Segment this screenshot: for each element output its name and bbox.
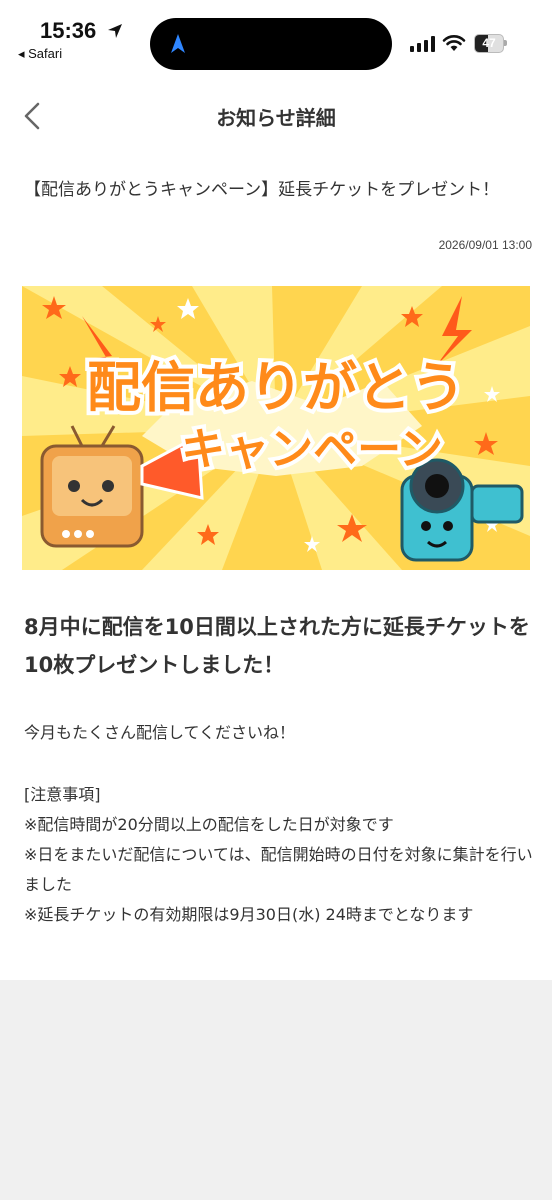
signal-icon — [410, 36, 435, 52]
status-time: 15:36 — [40, 18, 97, 43]
notice-date: 2026/09/01 13:00 — [438, 238, 532, 252]
content-headline: 8月中に配信を10日間以上された方に延長チケットを10枚プレゼントしました！ — [24, 615, 530, 677]
battery-percent: 47 — [482, 36, 496, 50]
notes-section: [注意事項] ※配信時間が20分間以上の配信をした日が対象です ※日をまたいだ配… — [24, 780, 534, 930]
note-item: ※配信時間が20分間以上の配信をした日が対象です — [24, 815, 394, 834]
notice-title: 【配信ありがとうキャンペーン】延長チケットをプレゼント！ — [24, 180, 500, 200]
notes-heading: [注意事項] — [24, 785, 101, 804]
content-message: 今月もたくさん配信してくださいね！ — [24, 723, 296, 742]
location-arrow-icon — [108, 24, 122, 38]
banner-line1: 配信ありがとう — [87, 356, 465, 419]
battery-nub — [504, 40, 507, 46]
navigation-arrow-icon — [171, 34, 185, 53]
page-title: お知らせ詳細 — [216, 106, 336, 130]
dynamic-island — [150, 18, 392, 70]
battery-icon: 47 — [474, 34, 504, 53]
note-item: ※日をまたいだ配信については、配信開始時の日付を対象に集計を行いました — [24, 845, 533, 894]
campaign-banner: 配信ありがとう キャンペーン — [22, 286, 530, 570]
back-to-safari-link[interactable]: ◂ Safari — [18, 46, 62, 62]
banner-line2: キャンペーン — [181, 424, 443, 475]
note-item: ※延長チケットの有効期限は9月30日(水) 24時までとなります — [24, 905, 474, 924]
wifi-icon — [442, 35, 466, 51]
campaign-banner-art: 配信ありがとう キャンペーン — [22, 286, 530, 570]
